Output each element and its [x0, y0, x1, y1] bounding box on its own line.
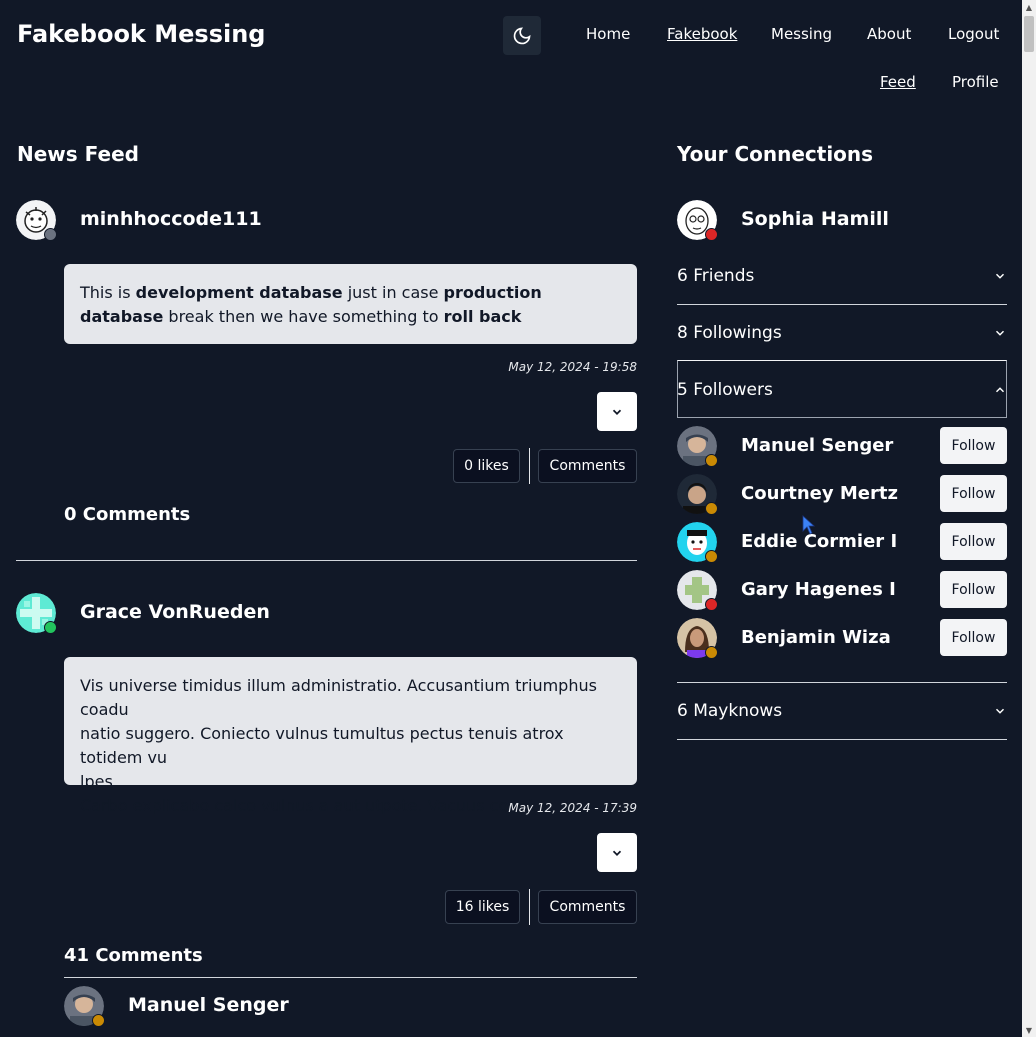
- post-divider: [16, 560, 637, 561]
- avatar[interactable]: [677, 522, 718, 563]
- chevron-down-icon: [995, 330, 1005, 336]
- post-date: May 12, 2024 - 19:58: [508, 360, 637, 374]
- news-feed-heading: News Feed: [17, 142, 139, 166]
- app-title: Fakebook Messing: [17, 20, 266, 48]
- avatar[interactable]: [16, 200, 57, 241]
- comments-button[interactable]: Comments: [538, 890, 637, 924]
- status-indicator: [705, 502, 718, 515]
- mayknows-accordion[interactable]: 6 Mayknows: [677, 701, 1007, 721]
- follow-button[interactable]: Follow: [940, 571, 1007, 608]
- avatar[interactable]: [677, 570, 718, 611]
- followers-label: 5 Followers: [677, 380, 773, 400]
- nav-logout[interactable]: Logout: [948, 25, 999, 43]
- current-user-name[interactable]: Sophia Hamill: [741, 208, 889, 230]
- mouse-cursor-icon: [802, 515, 816, 535]
- status-indicator: [92, 1014, 105, 1027]
- chevron-down-icon: [612, 850, 622, 856]
- status-indicator: [44, 621, 57, 634]
- status-indicator: [705, 550, 718, 563]
- status-indicator: [44, 228, 57, 241]
- comments-count: 41 Comments: [64, 945, 203, 966]
- comments-button[interactable]: Comments: [538, 449, 637, 483]
- mayknows-label: 6 Mayknows: [677, 701, 783, 721]
- post-content: Vis universe timidus illum administratio…: [64, 657, 637, 815]
- post-author[interactable]: Grace VonRueden: [80, 601, 270, 623]
- theme-toggle-button[interactable]: [503, 16, 541, 55]
- nav-about[interactable]: About: [867, 25, 911, 43]
- divider: [529, 889, 530, 925]
- avatar[interactable]: [677, 618, 718, 659]
- comments-divider: [64, 977, 637, 978]
- avatar[interactable]: [16, 593, 57, 634]
- post-date: May 12, 2024 - 17:39: [508, 801, 637, 815]
- moon-icon: [513, 26, 531, 44]
- comments-count: 0 Comments: [64, 504, 191, 525]
- avatar[interactable]: [677, 200, 718, 241]
- avatar[interactable]: [677, 426, 718, 467]
- expand-post-button[interactable]: [597, 392, 637, 431]
- scrollbar[interactable]: ▲ ▼: [1022, 0, 1036, 1037]
- divider: [677, 739, 1007, 740]
- chevron-down-icon: [995, 273, 1005, 279]
- follow-button[interactable]: Follow: [940, 475, 1007, 512]
- follower-name[interactable]: Benjamin Wiza: [741, 627, 891, 648]
- follower-name[interactable]: Eddie Cormier I: [741, 531, 897, 552]
- follower-name[interactable]: Gary Hagenes I: [741, 579, 896, 600]
- chevron-down-icon: [995, 708, 1005, 714]
- friends-accordion[interactable]: 6 Friends: [677, 266, 1007, 286]
- expand-post-button[interactable]: [597, 833, 637, 872]
- nav-messing[interactable]: Messing: [771, 25, 832, 43]
- follower-name[interactable]: Manuel Senger: [741, 435, 893, 456]
- avatar[interactable]: [64, 986, 105, 1027]
- scroll-up-icon[interactable]: ▲: [1022, 0, 1036, 14]
- likes-button[interactable]: 16 likes: [445, 890, 520, 924]
- chevron-up-icon: [995, 387, 1005, 393]
- followings-accordion[interactable]: 8 Followings: [677, 323, 1007, 343]
- subnav-profile[interactable]: Profile: [952, 73, 999, 91]
- comment-author[interactable]: Manuel Senger: [128, 994, 289, 1016]
- connections-heading: Your Connections: [677, 142, 874, 166]
- follow-button[interactable]: Follow: [940, 523, 1007, 560]
- status-indicator: [705, 598, 718, 611]
- likes-button[interactable]: 0 likes: [453, 449, 520, 483]
- status-indicator: [705, 228, 718, 241]
- chevron-down-icon: [612, 409, 622, 415]
- follow-button[interactable]: Follow: [940, 619, 1007, 656]
- friends-label: 6 Friends: [677, 266, 755, 286]
- scroll-thumb[interactable]: [1024, 16, 1034, 52]
- divider: [529, 448, 530, 484]
- divider: [677, 304, 1007, 305]
- follower-name[interactable]: Courtney Mertz: [741, 483, 898, 504]
- post-content: This is development database just in cas…: [64, 264, 637, 344]
- nav-home[interactable]: Home: [586, 25, 630, 43]
- status-indicator: [705, 454, 718, 467]
- post-author[interactable]: minhhoccode111: [80, 208, 262, 230]
- avatar[interactable]: [677, 474, 718, 515]
- follow-button[interactable]: Follow: [940, 427, 1007, 464]
- followers-accordion[interactable]: 5 Followers: [677, 380, 1007, 400]
- status-indicator: [705, 646, 718, 659]
- divider: [677, 682, 1007, 683]
- subnav-feed[interactable]: Feed: [880, 73, 916, 91]
- nav-fakebook[interactable]: Fakebook: [667, 25, 737, 43]
- followings-label: 8 Followings: [677, 323, 782, 343]
- scroll-down-icon[interactable]: ▼: [1022, 1023, 1036, 1037]
